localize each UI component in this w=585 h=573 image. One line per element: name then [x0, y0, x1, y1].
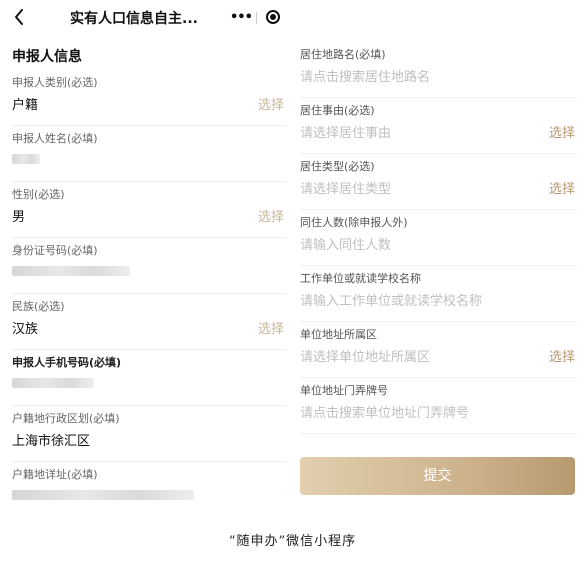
- more-icon[interactable]: •••: [230, 10, 253, 25]
- redacted-value: [12, 266, 130, 276]
- field-placeholder: 请选择单位地址所属区: [300, 350, 431, 365]
- residence-info-panel: 居住地路名(必填) 请点击搜索居住地路名 居住事由(必选) 请选择居住事由 选择…: [292, 0, 585, 515]
- field-placeholder: 请选择居住类型: [300, 182, 392, 197]
- field-employer-district[interactable]: 单位地址所属区 请选择单位地址所属区 选择: [300, 326, 577, 378]
- field-label: 户籍地行政区划(必填): [12, 412, 120, 425]
- field-label: 居住地路名(必填): [300, 48, 386, 61]
- back-arrow-icon[interactable]: [10, 6, 30, 28]
- close-target-icon[interactable]: [266, 10, 280, 24]
- field-label: 身份证号码(必填): [12, 244, 98, 257]
- field-employer-or-school[interactable]: 工作单位或就读学校名称 请输入工作单位或就读学校名称: [300, 270, 577, 322]
- field-phone[interactable]: 申报人手机号码(必填): [12, 354, 286, 406]
- submit-button[interactable]: 提交: [300, 457, 575, 495]
- field-label: 单位地址门弄牌号: [300, 384, 388, 397]
- redacted-value: [12, 154, 40, 164]
- field-placeholder: 请点击搜索居住地路名: [300, 70, 431, 85]
- field-label: 居住事由(必选): [300, 104, 375, 117]
- capsule-divider: [256, 12, 257, 24]
- section-title: 申报人信息: [12, 49, 82, 65]
- field-label: 户籍地详址(必填): [12, 468, 98, 481]
- field-label: 同住人数(除申报人外): [300, 216, 408, 229]
- select-button[interactable]: 选择: [258, 94, 284, 113]
- capsule-menu: •••: [222, 6, 290, 30]
- field-value: 户籍: [12, 98, 39, 113]
- select-button[interactable]: 选择: [258, 318, 284, 337]
- field-applicant-name[interactable]: 申报人姓名(必填): [12, 130, 286, 182]
- field-household-district[interactable]: 户籍地行政区划(必填) 上海市徐汇区: [12, 410, 286, 462]
- select-button[interactable]: 选择: [549, 346, 575, 365]
- applicant-info-panel: 实有人口信息自主... ••• 申报人信息 申报人类别(必选) 户籍 选择 申报…: [0, 0, 292, 515]
- mini-program-navbar: 实有人口信息自主... •••: [0, 0, 292, 36]
- field-gender[interactable]: 性别(必选) 男 选择: [12, 186, 286, 238]
- select-button[interactable]: 选择: [258, 206, 284, 225]
- field-value: 汉族: [12, 322, 39, 337]
- field-placeholder: 请输入工作单位或就读学校名称: [300, 294, 483, 309]
- field-id-number[interactable]: 身份证号码(必填): [12, 242, 286, 294]
- field-placeholder: 请输入同住人数: [300, 238, 392, 253]
- page-title: 实有人口信息自主...: [70, 11, 198, 27]
- field-ethnicity[interactable]: 民族(必选) 汉族 选择: [12, 298, 286, 350]
- select-button[interactable]: 选择: [549, 122, 575, 141]
- field-label: 民族(必选): [12, 300, 65, 313]
- redacted-value: [12, 490, 194, 500]
- field-label: 居住类型(必选): [300, 160, 375, 173]
- field-applicant-category[interactable]: 申报人类别(必选) 户籍 选择: [12, 74, 286, 126]
- field-residence-reason[interactable]: 居住事由(必选) 请选择居住事由 选择: [300, 102, 577, 154]
- field-label: 工作单位或就读学校名称: [300, 272, 421, 285]
- field-label: 申报人姓名(必填): [12, 132, 98, 145]
- field-value: 男: [12, 210, 26, 225]
- field-cohabitant-count[interactable]: 同住人数(除申报人外) 请输入同住人数: [300, 214, 577, 266]
- field-label: 单位地址所属区: [300, 328, 377, 341]
- select-button[interactable]: 选择: [549, 178, 575, 197]
- field-residence-type[interactable]: 居住类型(必选) 请选择居住类型 选择: [300, 158, 577, 210]
- field-value: 上海市徐汇区: [12, 434, 91, 449]
- field-employer-address-number[interactable]: 单位地址门弄牌号 请点击搜索单位地址门弄牌号: [300, 382, 577, 434]
- field-placeholder: 请选择居住事由: [300, 126, 392, 141]
- field-placeholder: 请点击搜索单位地址门弄牌号: [300, 406, 470, 421]
- image-caption: “随申办”微信小程序: [228, 534, 357, 549]
- field-label: 申报人类别(必选): [12, 76, 98, 89]
- redacted-value: [12, 378, 94, 388]
- field-household-address[interactable]: 户籍地详址(必填): [12, 466, 286, 518]
- field-residence-road[interactable]: 居住地路名(必填) 请点击搜索居住地路名: [300, 46, 577, 98]
- field-label: 申报人手机号码(必填): [12, 356, 122, 369]
- field-label: 性别(必选): [12, 188, 65, 201]
